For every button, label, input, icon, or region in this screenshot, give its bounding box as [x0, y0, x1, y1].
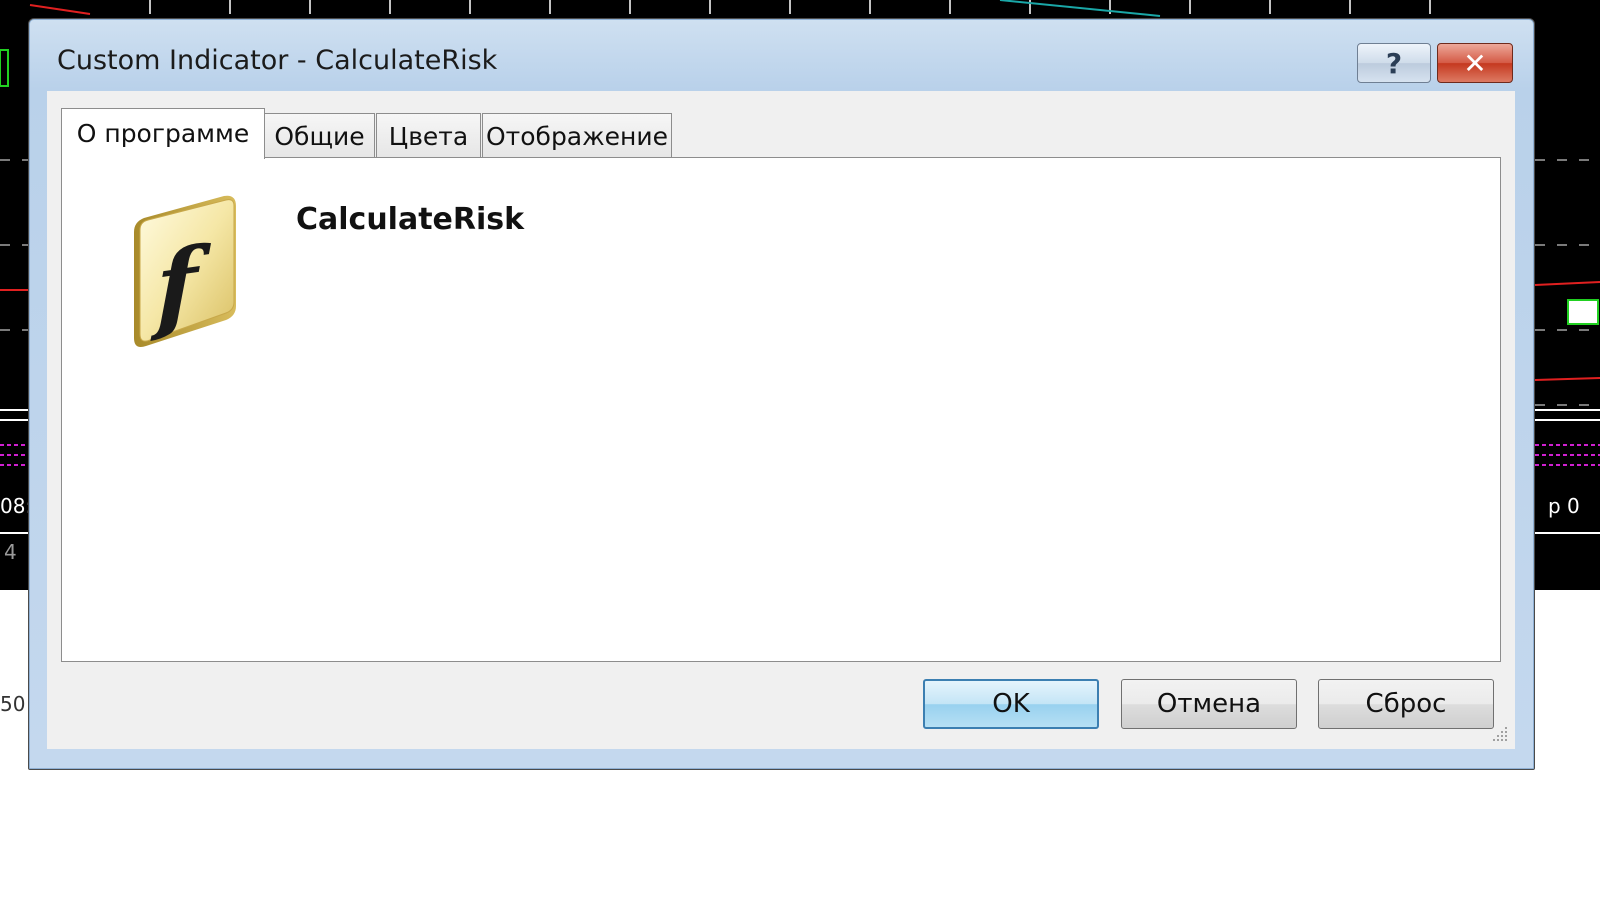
close-button[interactable]: ✕: [1437, 43, 1513, 83]
dialog-title: Custom Indicator - CalculateRisk: [57, 45, 498, 76]
chart-value-fragment: 4: [4, 540, 17, 564]
reset-button[interactable]: Сброс: [1318, 679, 1494, 729]
tab-display[interactable]: Отображение: [482, 113, 672, 158]
tab-colors[interactable]: Цвета: [376, 113, 481, 158]
lower-text-fragment: 50: [0, 692, 26, 716]
ok-button[interactable]: OK: [923, 679, 1099, 729]
close-icon: ✕: [1463, 46, 1487, 80]
tab-general[interactable]: Общие: [264, 113, 375, 158]
dialog-client-area: О программе Общие Цвета Отображение f Ca…: [47, 91, 1515, 749]
help-button[interactable]: ?: [1357, 43, 1431, 83]
cancel-button[interactable]: Отмена: [1121, 679, 1297, 729]
custom-indicator-dialog: Custom Indicator - CalculateRisk ? ✕ О п…: [28, 18, 1535, 770]
tab-about[interactable]: О программе: [61, 108, 265, 159]
about-tab-panel: f CalculateRisk: [61, 157, 1501, 662]
program-name: CalculateRisk: [296, 202, 525, 237]
function-icon: f: [134, 195, 236, 347]
chart-time-label-right: р 0: [1548, 494, 1580, 518]
question-mark-icon: ?: [1385, 46, 1403, 80]
resize-grip-icon[interactable]: [1491, 725, 1509, 743]
